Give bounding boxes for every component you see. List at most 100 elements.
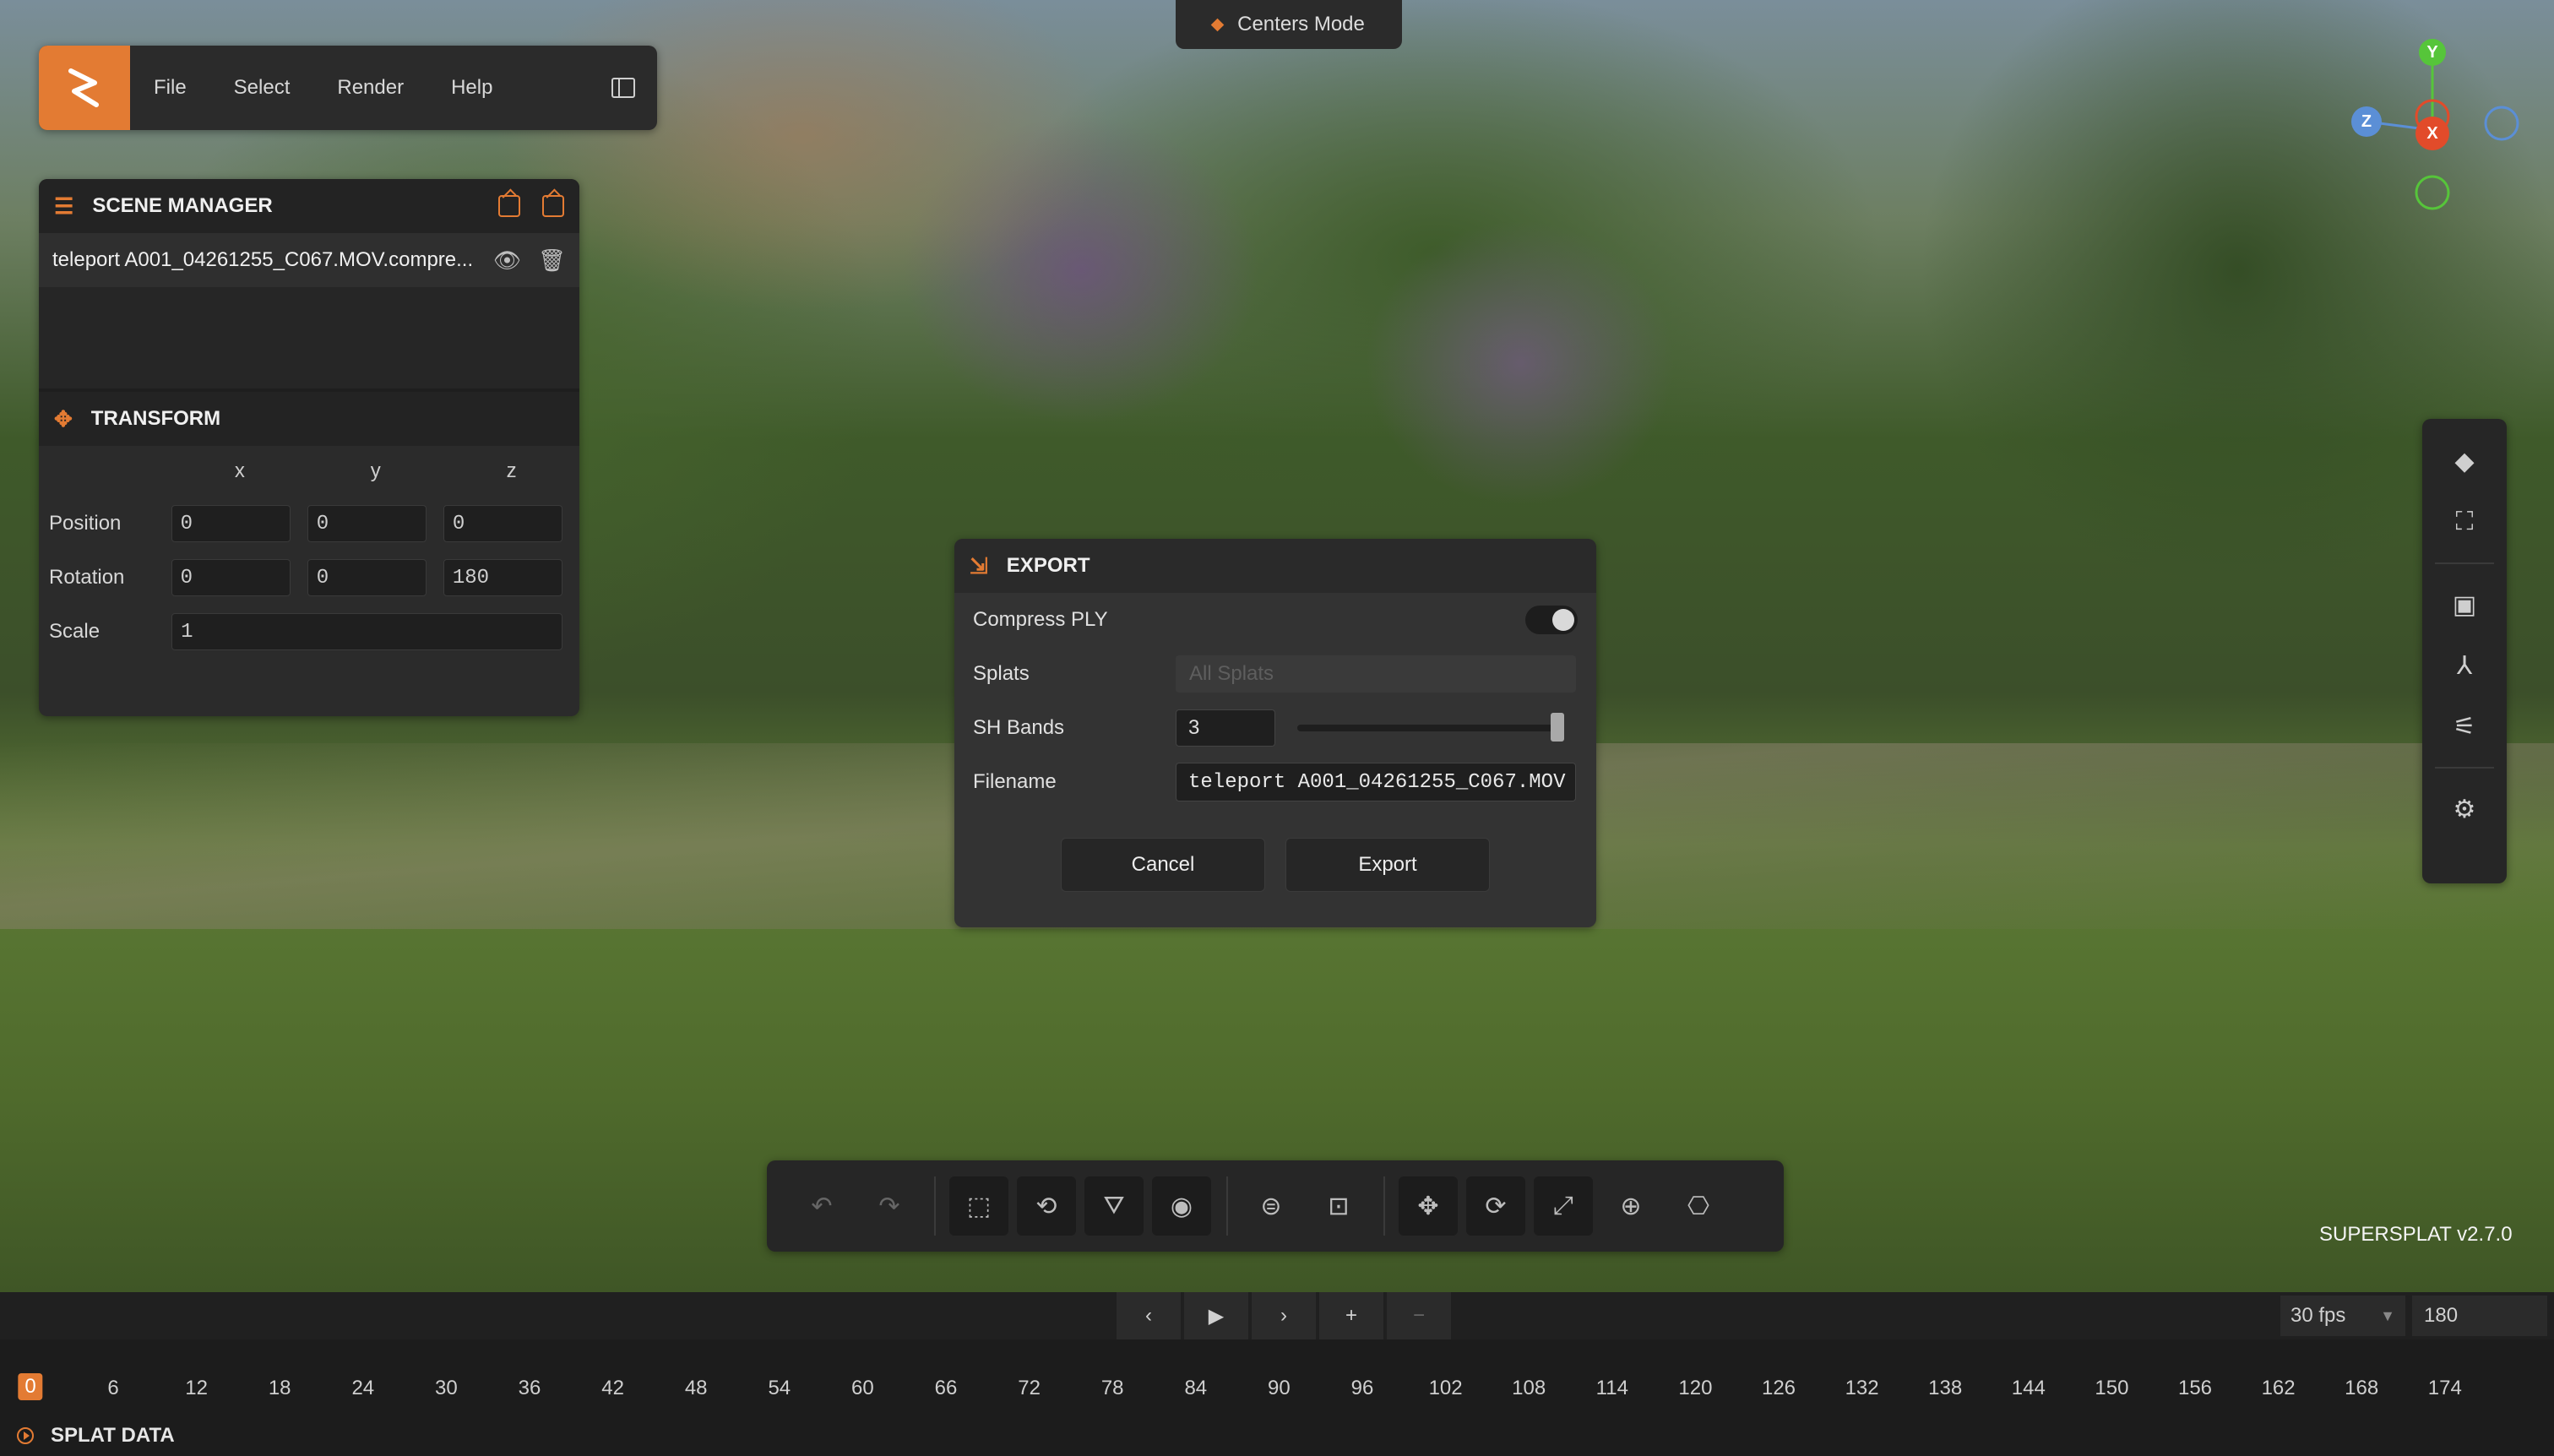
centers-mode-label: Centers Mode bbox=[1237, 13, 1365, 35]
fps-value: 30 fps bbox=[2290, 1304, 2346, 1327]
position-x-input[interactable]: 0 bbox=[171, 505, 291, 542]
gizmo-x-icon[interactable]: X bbox=[2415, 117, 2449, 150]
eye-icon[interactable]: 👁 bbox=[493, 247, 521, 274]
menu-select[interactable]: Select bbox=[210, 76, 314, 100]
move-icon[interactable]: ✥ bbox=[1399, 1176, 1458, 1236]
axes-icon[interactable]: ⅄ bbox=[2435, 635, 2494, 696]
remove-key-icon[interactable]: − bbox=[1387, 1292, 1451, 1339]
lasso-select-icon[interactable]: ⟲ bbox=[1017, 1176, 1076, 1236]
prev-frame-icon[interactable]: ‹ bbox=[1117, 1292, 1181, 1339]
pivot-icon[interactable]: ⎔ bbox=[1669, 1176, 1728, 1236]
axis-y-label: y bbox=[370, 459, 381, 482]
scale-input[interactable]: 1 bbox=[171, 613, 562, 650]
chevron-down-icon: ▼ bbox=[2380, 1307, 2395, 1324]
timeline-tick: 42 bbox=[601, 1377, 624, 1399]
axis-x-label: x bbox=[234, 459, 245, 482]
compress-row: Compress PLY bbox=[954, 593, 1596, 647]
rect-select-icon[interactable]: ⬚ bbox=[949, 1176, 1008, 1236]
rotate-icon[interactable]: ⟳ bbox=[1466, 1176, 1525, 1236]
box-select-icon[interactable]: ⊡ bbox=[1309, 1176, 1368, 1236]
current-frame-marker[interactable]: 0 bbox=[18, 1373, 43, 1400]
splats-select[interactable]: All Splats bbox=[1176, 655, 1576, 693]
menu-bar: File Select Render Help bbox=[39, 46, 657, 130]
scene-manager-title: SCENE MANAGER bbox=[92, 194, 273, 217]
import-icon[interactable] bbox=[498, 195, 520, 217]
toolbar-separator bbox=[1226, 1176, 1228, 1236]
supersplat-logo[interactable] bbox=[39, 46, 130, 130]
sh-bands-input[interactable]: 3 bbox=[1176, 709, 1275, 747]
rotation-y-input[interactable]: 0 bbox=[307, 559, 427, 596]
splat-list-item[interactable]: teleport A001_04261255_C067.MOV.compre..… bbox=[39, 233, 579, 287]
timeline-ticks[interactable]: 0 6 12 18 24 30 36 42 48 54 60 66 72 78 84 90 96 102 108 1… bbox=[0, 1339, 2554, 1415]
gizmo-y-icon[interactable]: Y bbox=[2419, 39, 2446, 66]
next-frame-icon[interactable]: › bbox=[1252, 1292, 1316, 1339]
list-icon: ☰ bbox=[54, 193, 74, 219]
toolbar-separator bbox=[1383, 1176, 1385, 1236]
timeline-tick: 168 bbox=[2345, 1377, 2379, 1399]
position-y-input[interactable]: 0 bbox=[307, 505, 427, 542]
timeline-tick: 12 bbox=[185, 1377, 208, 1399]
slider-thumb[interactable] bbox=[1551, 713, 1564, 742]
menu-render[interactable]: Render bbox=[313, 76, 427, 100]
timeline-tick: 150 bbox=[2095, 1377, 2129, 1399]
diamond-icon[interactable]: ◆ bbox=[2435, 431, 2494, 492]
centers-mode-chip[interactable]: Centers Mode bbox=[1176, 0, 1402, 49]
rotation-z-input[interactable]: 180 bbox=[443, 559, 562, 596]
new-icon[interactable] bbox=[542, 195, 564, 217]
filename-input[interactable]: teleport A001_04261255_C067.MOV bbox=[1176, 763, 1576, 801]
position-z-input[interactable]: 0 bbox=[443, 505, 562, 542]
play-icon[interactable]: ▶ bbox=[1184, 1292, 1248, 1339]
sh-bands-slider[interactable] bbox=[1297, 713, 1564, 742]
position-row: Position 0 0 0 bbox=[39, 497, 579, 551]
scale-icon[interactable]: ⤢ bbox=[1534, 1176, 1593, 1236]
filename-row: Filename teleport A001_04261255_C067.MOV bbox=[954, 755, 1596, 809]
trash-icon[interactable]: 🗑 bbox=[538, 247, 566, 274]
fps-select[interactable]: 30 fps ▼ bbox=[2280, 1296, 2405, 1336]
timeline-tick: 120 bbox=[1678, 1377, 1713, 1399]
timeline-tick: 126 bbox=[1761, 1377, 1796, 1399]
bound-box-icon[interactable]: ▣ bbox=[2435, 574, 2494, 635]
scene-manager-header: ☰ SCENE MANAGER bbox=[39, 179, 579, 233]
export-dialog: ⇲ EXPORT Compress PLY Splats All Splats … bbox=[954, 539, 1596, 927]
sphere-select-icon[interactable]: ⊜ bbox=[1242, 1176, 1301, 1236]
axis-gizmo[interactable]: Y Z X bbox=[2348, 25, 2534, 220]
brush-select-icon[interactable]: ◉ bbox=[1152, 1176, 1211, 1236]
timeline-tick: 84 bbox=[1184, 1377, 1208, 1399]
gizmo-z-icon[interactable]: Z bbox=[2351, 106, 2382, 137]
redo-icon[interactable]: ↷ bbox=[860, 1176, 919, 1236]
gear-icon[interactable]: ⚙ bbox=[2435, 779, 2494, 839]
focus-frame-icon[interactable]: ⛶ bbox=[2435, 492, 2494, 552]
menu-help[interactable]: Help bbox=[427, 76, 516, 100]
frames-input[interactable]: 180 bbox=[2412, 1296, 2547, 1336]
undo-icon[interactable]: ↶ bbox=[792, 1176, 851, 1236]
move-icon: ✥ bbox=[54, 405, 73, 432]
splats-row: Splats All Splats bbox=[954, 647, 1596, 701]
splats-label: Splats bbox=[973, 662, 1030, 685]
timeline-tick: 6 bbox=[107, 1377, 119, 1399]
export-title: EXPORT bbox=[1006, 554, 1090, 577]
dialog-buttons: Cancel Export bbox=[954, 838, 1596, 892]
compress-toggle[interactable] bbox=[1525, 606, 1578, 634]
sliders-icon[interactable]: ⚟ bbox=[2435, 696, 2494, 757]
menu-file[interactable]: File bbox=[130, 76, 210, 100]
timeline-tick: 108 bbox=[1512, 1377, 1546, 1399]
right-toolbar: ◆ ⛶ ▣ ⅄ ⚟ ⚙ bbox=[2422, 419, 2507, 883]
globe-icon[interactable]: ⊕ bbox=[1601, 1176, 1660, 1236]
scale-row: Scale 1 bbox=[39, 605, 579, 659]
timeline-tick: 24 bbox=[351, 1377, 375, 1399]
timeline-tick: 138 bbox=[1928, 1377, 1963, 1399]
version-label: SUPERSPLAT v2.7.0 bbox=[2319, 1223, 2513, 1246]
tools-toolbar: ↶ ↷ ⬚ ⟲ ⛛ ◉ ⊜ ⊡ ✥ ⟳ ⤢ ⊕ ⎔ bbox=[767, 1160, 1784, 1252]
timeline-tick: 96 bbox=[1350, 1377, 1374, 1399]
toolbar-separator bbox=[2435, 767, 2494, 769]
panel-toggle-icon[interactable] bbox=[611, 78, 635, 98]
export-icon: ⇲ bbox=[970, 552, 988, 579]
export-button[interactable]: Export bbox=[1285, 838, 1490, 892]
polygon-select-icon[interactable]: ⛛ bbox=[1084, 1176, 1144, 1236]
splat-data-header[interactable]: SPLAT DATA bbox=[0, 1415, 2554, 1456]
rotation-x-input[interactable]: 0 bbox=[171, 559, 291, 596]
timeline-tick: 114 bbox=[1595, 1377, 1628, 1399]
cancel-button[interactable]: Cancel bbox=[1061, 838, 1265, 892]
export-header: ⇲ EXPORT bbox=[954, 539, 1596, 593]
add-key-icon[interactable]: + bbox=[1319, 1292, 1383, 1339]
